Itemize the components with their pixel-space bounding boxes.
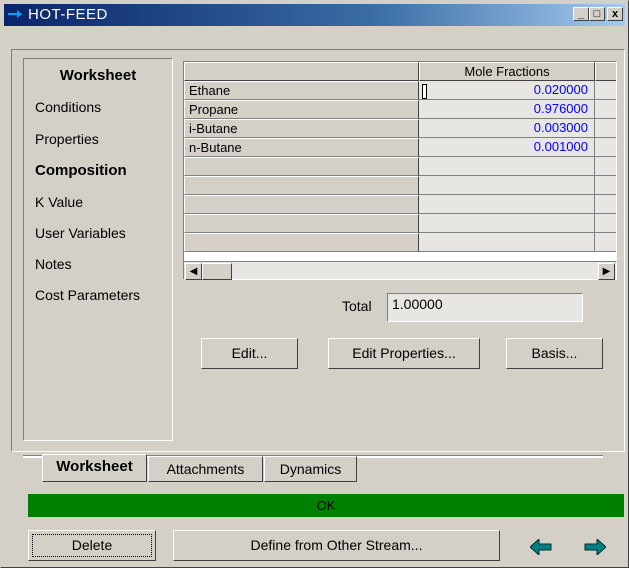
grid-extra-header — [595, 62, 616, 81]
grid-component-cell[interactable] — [184, 157, 419, 176]
grid-extra-cell — [595, 138, 616, 157]
grid-component-cell[interactable]: i-Butane — [184, 119, 419, 138]
status-bar: OK — [28, 494, 624, 517]
grid-mole-fraction-cell[interactable]: 0.976000 — [419, 100, 595, 119]
tab-attachments[interactable]: Attachments — [148, 456, 263, 482]
scroll-right-icon[interactable]: ▶ — [598, 263, 615, 280]
grid-extra-cell — [595, 81, 616, 100]
maximize-button[interactable]: □ — [589, 7, 605, 21]
basis-button[interactable]: Basis... — [506, 338, 603, 369]
edit-properties-button[interactable]: Edit Properties... — [328, 338, 480, 369]
sidebar-item-conditions[interactable]: Conditions — [35, 99, 101, 115]
grid-mole-fraction-cell[interactable] — [419, 176, 595, 195]
grid-extra-cell — [595, 233, 616, 252]
grid-component-cell[interactable] — [184, 176, 419, 195]
scroll-left-icon[interactable]: ◀ — [185, 263, 202, 280]
sidebar-item-notes[interactable]: Notes — [35, 256, 72, 272]
composition-grid[interactable]: Mole Fractions Ethane 0.020000 Propane 0.97… — [183, 61, 617, 280]
sidebar-item-cost-parameters[interactable]: Cost Parameters — [35, 287, 140, 303]
grid-component-cell[interactable] — [184, 214, 419, 233]
title-bar[interactable]: HOT-FEED _ □ x — [4, 4, 625, 26]
grid-mole-fraction-cell[interactable] — [419, 195, 595, 214]
grid-mole-fraction-cell[interactable]: 0.003000 — [419, 119, 595, 138]
grid-extra-cell — [595, 214, 616, 233]
grid-extra-cell — [595, 119, 616, 138]
grid-component-cell[interactable]: n-Butane — [184, 138, 419, 157]
grid-component-cell[interactable] — [184, 233, 419, 252]
grid-mole-fraction-cell[interactable] — [419, 233, 595, 252]
grid-extra-cell — [595, 100, 616, 119]
window-title: HOT-FEED — [28, 6, 108, 23]
grid-component-cell[interactable]: Propane — [184, 100, 419, 119]
sidebar-title: Worksheet — [59, 67, 137, 84]
grid-extra-cell — [595, 195, 616, 214]
sidebar-nav: Worksheet Conditions Properties Composit… — [23, 58, 173, 441]
grid-corner-header — [184, 62, 419, 81]
stream-window: HOT-FEED _ □ x Worksheet Conditions Prop… — [0, 0, 629, 568]
tab-worksheet[interactable]: Worksheet — [42, 454, 147, 482]
sidebar-item-composition[interactable]: Composition — [35, 162, 127, 179]
total-label: Total — [342, 298, 372, 314]
grid-extra-cell — [595, 157, 616, 176]
total-field[interactable]: 1.00000 — [387, 293, 583, 322]
right-arrow-icon[interactable] — [584, 539, 606, 555]
sidebar-item-properties[interactable]: Properties — [35, 131, 99, 147]
cell-cursor — [422, 84, 427, 99]
delete-button[interactable]: Delete — [28, 530, 156, 561]
close-button[interactable]: x — [607, 7, 623, 21]
grid-mole-fraction-cell[interactable] — [419, 157, 595, 176]
grid-mole-fraction-cell[interactable]: 0.001000 — [419, 138, 595, 157]
mole-fractions-header[interactable]: Mole Fractions — [419, 62, 595, 81]
edit-button[interactable]: Edit... — [201, 338, 298, 369]
grid-extra-cell — [595, 176, 616, 195]
grid-component-cell[interactable] — [184, 195, 419, 214]
grid-component-cell[interactable]: Ethane — [184, 81, 419, 100]
minimize-button[interactable]: _ — [573, 7, 589, 21]
scroll-thumb[interactable] — [202, 263, 232, 280]
sidebar-item-k-value[interactable]: K Value — [35, 194, 83, 210]
sidebar-item-user-variables[interactable]: User Variables — [35, 225, 126, 241]
grid-horizontal-scrollbar[interactable]: ◀ ▶ — [183, 261, 617, 280]
define-from-other-stream-button[interactable]: Define from Other Stream... — [173, 530, 500, 561]
stream-icon — [8, 10, 22, 18]
grid-mole-fraction-cell[interactable] — [419, 214, 595, 233]
tab-dynamics[interactable]: Dynamics — [264, 456, 357, 482]
left-arrow-icon[interactable] — [530, 539, 552, 555]
grid-mole-fraction-cell[interactable]: 0.020000 — [419, 81, 595, 100]
